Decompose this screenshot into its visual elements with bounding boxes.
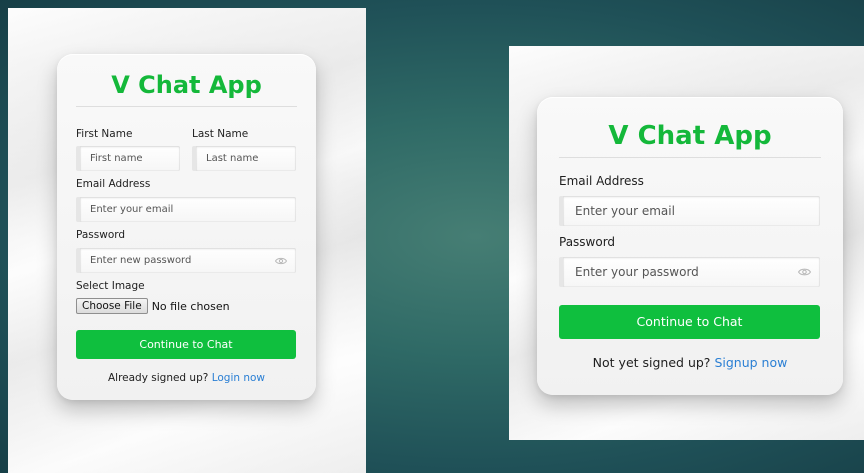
password-placeholder: Enter your password [575,265,699,279]
signup-screen: V Chat App First Name Last Name First na… [8,8,366,473]
app-title: V Chat App [608,121,772,151]
email-input[interactable]: Enter your email [76,197,296,222]
app-title: V Chat App [111,71,262,99]
login-footer: Not yet signed up? Signup now [537,355,843,370]
title-divider [559,157,821,158]
email-label: Email Address [559,174,644,188]
continue-to-chat-button[interactable]: Continue to Chat [559,305,820,339]
password-label: Password [76,229,126,241]
login-now-link[interactable]: Login now [212,372,265,384]
signup-footer: Already signed up? Login now [57,372,316,384]
password-input[interactable]: Enter new password [76,248,296,273]
select-image-label: Select Image [76,280,145,292]
email-label: Email Address [76,178,151,190]
last-name-input[interactable]: Last name [192,146,296,171]
password-input[interactable]: Enter your password [559,257,820,287]
footer-text: Not yet signed up? [592,355,711,370]
login-screen: V Chat App Email Address Enter your emai… [509,46,864,440]
file-picker: Choose File No file chosen [76,298,230,314]
file-status: No file chosen [151,299,230,313]
eye-icon[interactable] [275,255,287,267]
password-placeholder: Enter new password [90,255,192,266]
footer-text: Already signed up? [107,372,209,384]
password-label: Password [559,235,616,249]
choose-file-button[interactable]: Choose File [76,298,148,314]
last-name-label: Last Name [192,128,249,140]
continue-to-chat-button[interactable]: Continue to Chat [76,330,296,359]
eye-icon[interactable] [798,266,811,279]
first-name-label: First Name [76,128,133,140]
title-divider [76,106,297,107]
signup-now-link[interactable]: Signup now [714,355,787,370]
login-card: V Chat App Email Address Enter your emai… [537,97,843,395]
signup-card: V Chat App First Name Last Name First na… [57,54,316,400]
first-name-input[interactable]: First name [76,146,180,171]
email-input[interactable]: Enter your email [559,196,820,226]
